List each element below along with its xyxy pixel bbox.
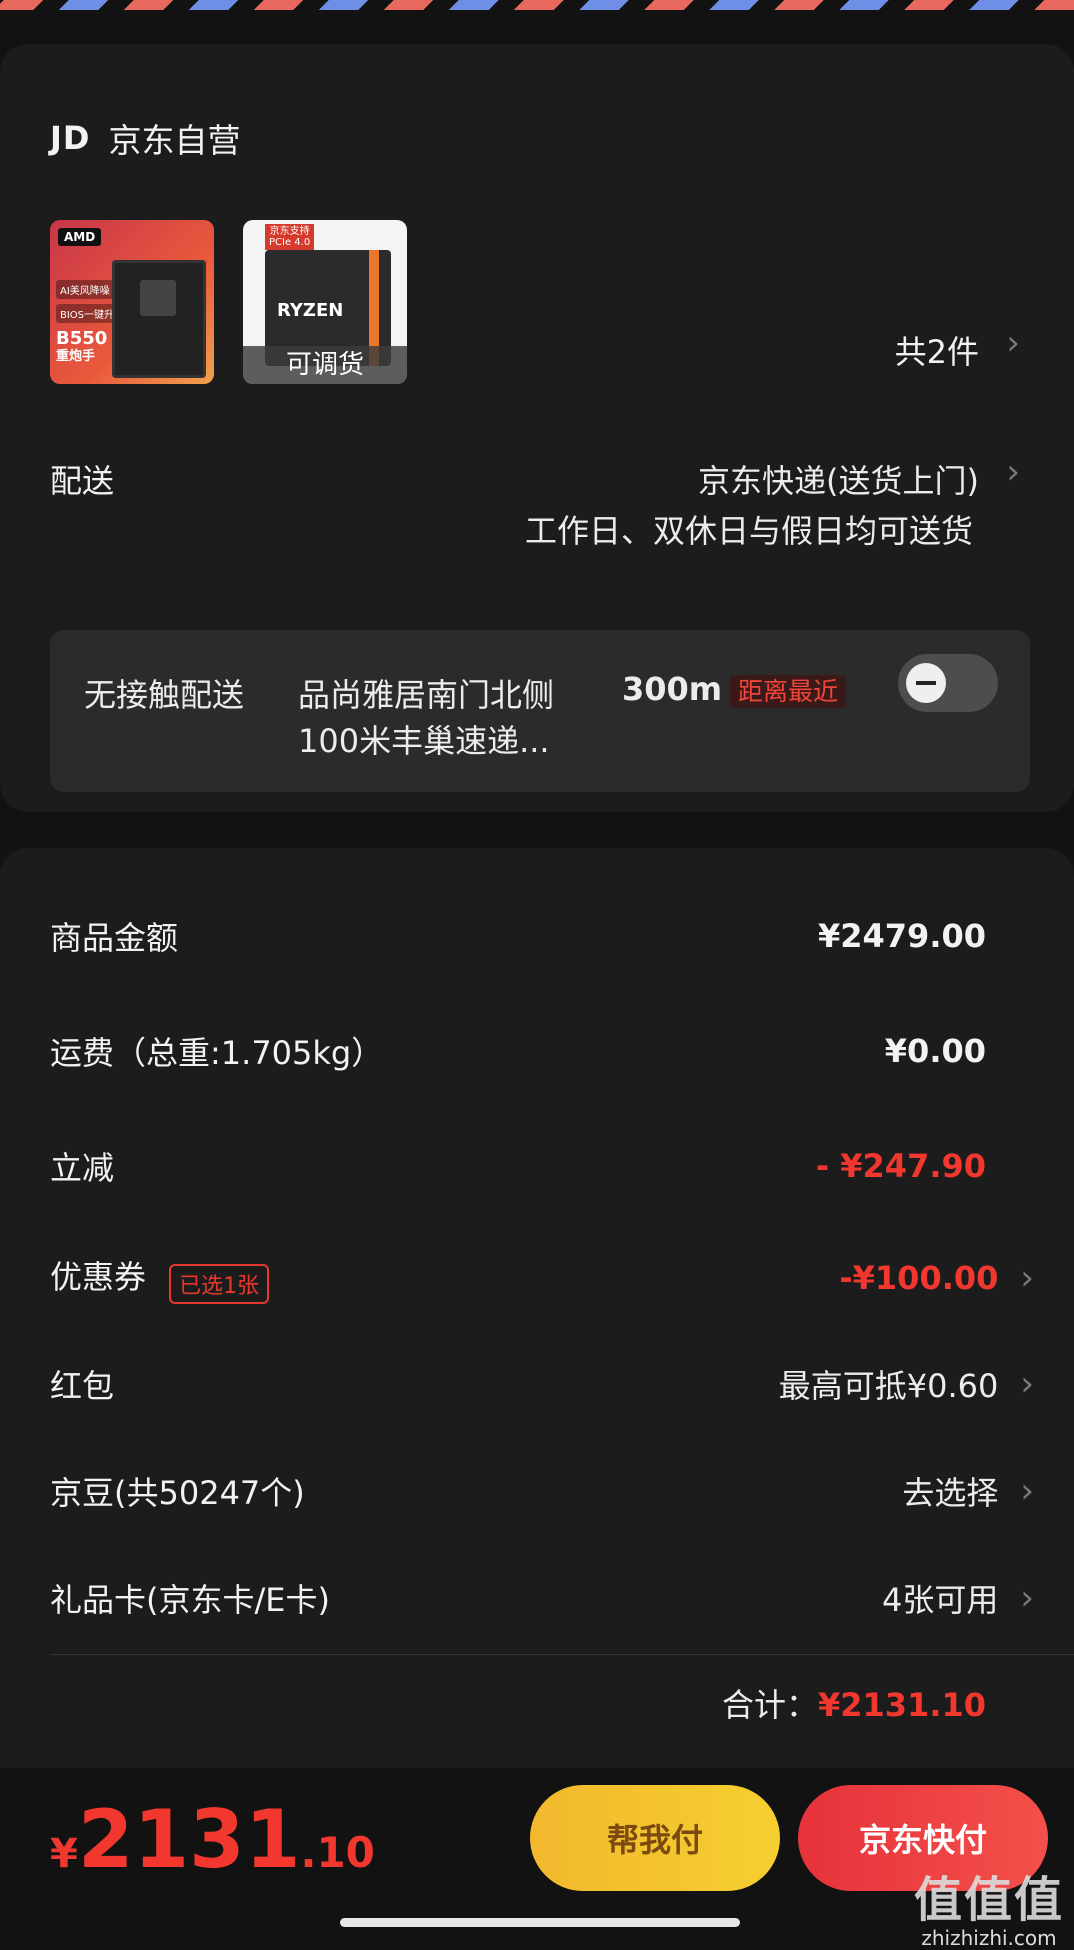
transferable-overlay: 可调货 [243, 346, 407, 384]
distance-value: 300m [622, 670, 723, 708]
shipping-value: ¥0.00 [884, 1032, 986, 1070]
pcie-tag: 京东支持 PCIe 4.0 [265, 224, 315, 250]
chevron-right-icon[interactable]: › [1020, 1578, 1034, 1618]
motherboard-image [112, 260, 206, 378]
goods-amount-row: 商品金额 ¥2479.00 [50, 906, 1000, 966]
payment-summary-card [0, 848, 1074, 1788]
red-packet-value: 最高可抵¥0.60 [778, 1367, 999, 1405]
amd-logo: AMD [58, 228, 102, 246]
delivery-label: 配送 [50, 462, 115, 500]
chevron-right-icon[interactable]: › [1020, 1364, 1034, 1404]
chevron-right-icon[interactable]: › [1006, 323, 1020, 363]
chevron-right-icon[interactable]: › [1020, 1471, 1034, 1511]
toggle-knob [906, 663, 946, 703]
gift-card-value: 4张可用 [882, 1581, 999, 1619]
shipping-label: 运费（总重:1.705kg） [50, 1034, 384, 1072]
instant-discount-row: 立减 - ¥247.90 [50, 1136, 1000, 1196]
total-label: 合计： [721, 1686, 818, 1724]
home-indicator[interactable] [340, 1918, 740, 1927]
jd-beans-row[interactable]: 京豆(共50247个) 去选择 › [50, 1461, 1034, 1521]
model-label: B550 重炮手 [56, 328, 108, 365]
product-thumbnail-motherboard[interactable]: AMD AI美风降噪 BIOS一键升级 B550 重炮手 [50, 220, 214, 384]
bottom-price: ¥ 2131 .10 [50, 1800, 375, 1880]
pickup-address-line2: 100米丰巢速递... [298, 722, 550, 760]
total-value: ¥2131.10 [817, 1686, 986, 1724]
instant-discount-label: 立减 [50, 1149, 115, 1187]
red-packet-label: 红包 [50, 1367, 115, 1405]
price-integer: 2131 [77, 1793, 301, 1886]
divider [50, 1654, 1074, 1655]
watermark: 值值值 zhizhizhi.com [913, 1872, 1064, 1950]
coupon-row[interactable]: 优惠券 已选1张 -¥100.00 › [50, 1248, 1034, 1308]
delivery-schedule: 工作日、双休日与假日均可送货 [524, 512, 973, 550]
goods-amount-label: 商品金额 [50, 919, 179, 957]
product-thumbnail-cpu[interactable]: 京东支持 PCIe 4.0 RYZEN 可调货 [243, 220, 407, 384]
gift-card-label: 礼品卡(京东卡/E卡) [50, 1581, 330, 1619]
coupon-value: -¥100.00 [839, 1259, 999, 1297]
currency-symbol: ¥ [50, 1831, 78, 1877]
goods-amount-value: ¥2479.00 [817, 917, 986, 955]
jd-logo: JD [50, 119, 91, 157]
order-card: JD 京东自营 AMD AI美风降噪 BIOS一键升级 B550 重炮手 京东支… [0, 44, 1074, 812]
feature-tag: AI美风降噪 [56, 280, 114, 299]
gift-card-row[interactable]: 礼品卡(京东卡/E卡) 4张可用 › [50, 1568, 1034, 1628]
ryzen-label: RYZEN [277, 300, 344, 321]
shop-name: 京东自营 [108, 121, 241, 160]
red-packet-row[interactable]: 红包 最高可抵¥0.60 › [50, 1354, 1034, 1414]
coupon-label: 优惠券 [50, 1258, 147, 1297]
chevron-right-icon[interactable]: › [1006, 452, 1020, 492]
chevron-right-icon[interactable]: › [1020, 1258, 1034, 1298]
coupon-selected-badge: 已选1张 [169, 1263, 270, 1304]
instant-discount-value: - ¥247.90 [815, 1147, 986, 1185]
contactless-label: 无接触配送 [84, 676, 245, 714]
shipping-row: 运费（总重:1.705kg） ¥0.00 [50, 1021, 1000, 1081]
delivery-method[interactable]: 京东快递(送货上门) [698, 456, 979, 502]
price-decimal: .10 [300, 1828, 375, 1877]
item-count[interactable]: 共2件 [895, 327, 979, 373]
pickup-address: 品尚雅居南门北侧 [298, 676, 555, 714]
jd-beans-label: 京豆(共50247个) [50, 1474, 305, 1512]
contactless-toggle[interactable] [898, 654, 998, 712]
nearest-badge: 距离最近 [730, 675, 847, 708]
total-row: 合计：¥2131.10 [722, 1680, 986, 1726]
help-me-pay-button[interactable]: 帮我付 [530, 1785, 780, 1891]
jd-beans-value: 去选择 [902, 1474, 999, 1512]
contactless-delivery-box: 无接触配送 品尚雅居南门北侧 100米丰巢速递... 300m 距离最近 [50, 630, 1030, 792]
airmail-stripe [0, 0, 1074, 10]
shop-header: JD 京东自营 [50, 114, 240, 162]
